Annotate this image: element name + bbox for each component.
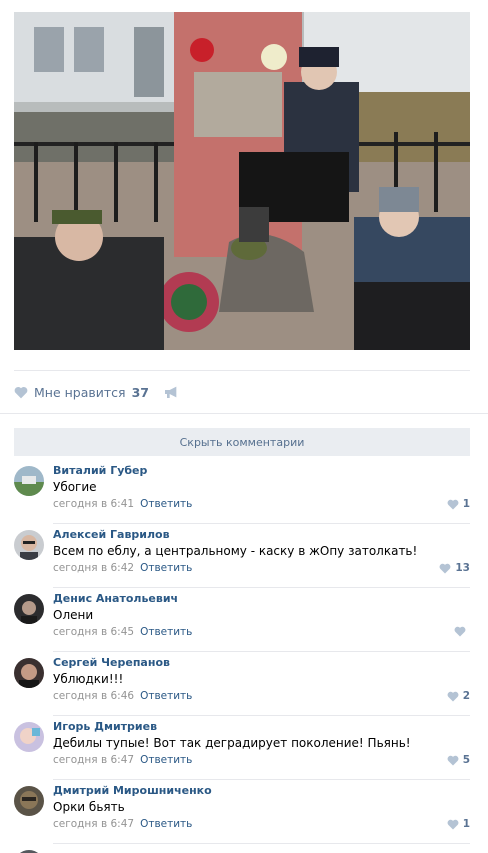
comment-time[interactable]: сегодня в 6:47 — [53, 818, 134, 830]
like-count: 37 — [131, 384, 149, 400]
comment-like-button[interactable]: 13 — [439, 562, 470, 574]
comment-author[interactable]: Игорь Дмитриев — [53, 720, 157, 733]
heart-icon — [447, 499, 459, 509]
reply-link[interactable]: Ответить — [140, 562, 192, 574]
heart-icon — [447, 755, 459, 765]
comment-time[interactable]: сегодня в 6:45 — [53, 626, 134, 638]
comment-item: Денис Анатольевич Олени сегодня в 6:45 От… — [14, 588, 470, 652]
comment-author[interactable]: Виталий Губер — [53, 464, 147, 477]
comment-text: Убогие — [53, 480, 97, 494]
megaphone-icon — [164, 386, 177, 398]
comment-item: Игорь Дмитриев Дебилы тупые! Вот так дег… — [14, 716, 470, 780]
post-actions: Мне нравится 37 — [14, 380, 179, 404]
comment-like-count: 2 — [462, 690, 470, 702]
reply-link[interactable]: Ответить — [140, 754, 192, 766]
reply-link[interactable]: Ответить — [140, 626, 192, 638]
share-button[interactable] — [163, 385, 179, 399]
comment-author[interactable]: Алексей Гаврилов — [53, 528, 170, 541]
comment-author[interactable]: Денис Анатольевич — [53, 592, 178, 605]
comment-text: Дебилы тупые! Вот так деградирует поколе… — [53, 736, 411, 750]
heart-icon — [447, 819, 459, 829]
heart-icon — [439, 563, 451, 573]
comment-author[interactable]: Дмитрий Мирошниченко — [53, 784, 212, 797]
comment-meta: сегодня в 6:45 Ответить — [53, 626, 192, 638]
divider — [14, 370, 470, 371]
comment-like-button[interactable]: 2 — [447, 690, 470, 702]
comment-meta: сегодня в 6:46 Ответить — [53, 690, 192, 702]
divider — [0, 413, 488, 414]
comment-like-count: 5 — [462, 754, 470, 766]
avatar[interactable] — [14, 722, 44, 752]
comment-author[interactable]: Сергей Черепанов — [53, 656, 170, 669]
comment-like-count: 1 — [462, 498, 470, 510]
post-photo[interactable] — [14, 12, 470, 350]
reply-link[interactable]: Ответить — [140, 690, 192, 702]
like-label: Мне нравится — [34, 384, 126, 400]
comment-text: Олени — [53, 608, 94, 622]
comment-like-count: 13 — [455, 562, 470, 574]
hide-comments-button[interactable]: Скрыть комментарии — [14, 428, 470, 456]
comment-like-count: 1 — [462, 818, 470, 830]
comment-like-button[interactable]: 1 — [447, 498, 470, 510]
comment-time[interactable]: сегодня в 6:42 — [53, 562, 134, 574]
comment-like-button[interactable]: 5 — [447, 754, 470, 766]
comment-item-partial — [14, 846, 470, 853]
comment-time[interactable]: сегодня в 6:41 — [53, 498, 134, 510]
comment-meta: сегодня в 6:47 Ответить — [53, 818, 192, 830]
comment-item: Дмитрий Мирошниченко Орки бьять сегодня … — [14, 780, 470, 844]
avatar[interactable] — [14, 594, 44, 624]
comment-meta: сегодня в 6:42 Ответить — [53, 562, 192, 574]
avatar[interactable] — [14, 658, 44, 688]
comment-item: Сергей Черепанов Ублюдки!!! сегодня в 6:… — [14, 652, 470, 716]
comment-time[interactable]: сегодня в 6:47 — [53, 754, 134, 766]
like-button[interactable]: Мне нравится 37 — [14, 385, 149, 400]
comment-meta: сегодня в 6:41 Ответить — [53, 498, 192, 510]
comment-item: Алексей Гаврилов Всем по еблу, а централ… — [14, 524, 470, 588]
comment-text: Ублюдки!!! — [53, 672, 124, 686]
reply-link[interactable]: Ответить — [140, 818, 192, 830]
heart-icon — [447, 691, 459, 701]
comment-text: Орки бьять — [53, 800, 125, 814]
comment-item: Виталий Губер Убогие сегодня в 6:41 Ответ… — [14, 460, 470, 524]
comment-text: Всем по еблу, а центральному - каску в ж… — [53, 544, 418, 558]
comment-like-button[interactable]: 1 — [447, 818, 470, 830]
heart-icon — [454, 626, 466, 637]
heart-icon — [14, 386, 28, 398]
comment-like-button[interactable] — [454, 626, 470, 637]
avatar[interactable] — [14, 786, 44, 816]
avatar[interactable] — [14, 530, 44, 560]
reply-link[interactable]: Ответить — [140, 498, 192, 510]
comment-time[interactable]: сегодня в 6:46 — [53, 690, 134, 702]
comment-meta: сегодня в 6:47 Ответить — [53, 754, 192, 766]
divider — [53, 843, 470, 844]
avatar[interactable] — [14, 466, 44, 496]
